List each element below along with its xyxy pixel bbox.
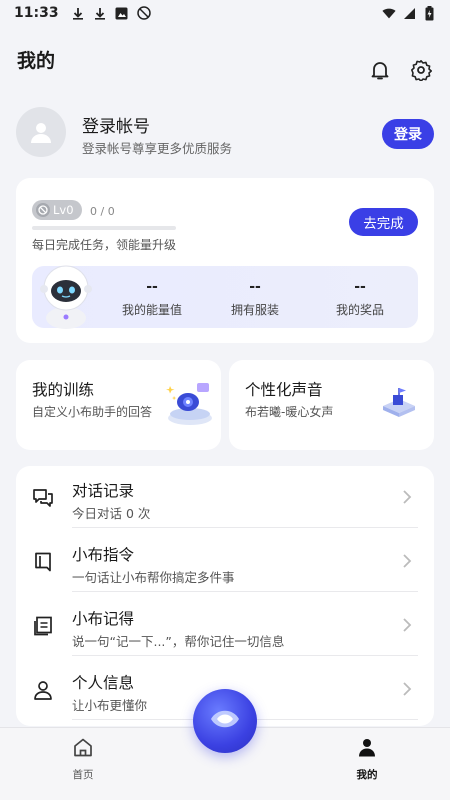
voice-subtitle: 布若曦-暖心女声 — [245, 405, 334, 419]
training-illustration-icon — [164, 378, 216, 432]
stat-label: 我的能量值 — [121, 303, 182, 317]
chat-icon — [32, 487, 54, 509]
level-progress-bar — [32, 226, 176, 230]
list-item-memory[interactable]: 小布记得 说一句“记一下...”，帮你记住一切信息 — [16, 594, 434, 656]
voice-card[interactable]: 个性化声音 布若曦-暖心女声 — [229, 360, 434, 450]
list-item-title: 对话记录 — [72, 482, 135, 500]
stat-value: -- — [249, 279, 261, 295]
robot-mascot-icon — [36, 260, 96, 330]
bell-icon[interactable] — [366, 56, 394, 84]
login-button[interactable]: 登录 — [382, 119, 434, 149]
notes-icon — [32, 615, 54, 637]
signal-icon — [402, 6, 416, 20]
status-time: 11:33 — [14, 5, 59, 21]
level-badge-label: Lv0 — [53, 203, 74, 217]
profile-section: 登录帐号 登录帐号尊享更多优质服务 登录 — [16, 104, 436, 164]
battery-icon — [422, 5, 436, 20]
menu-list: 对话记录 今日对话 0 次 小布指令 一句话让小布帮你搞定多件事 小布记得 说一… — [16, 466, 434, 726]
stat-label: 我的奖品 — [335, 303, 384, 317]
home-icon — [73, 738, 93, 761]
nav-mine-label: 我的 — [356, 769, 378, 781]
stat-value: -- — [354, 279, 366, 295]
download-icon — [71, 6, 85, 20]
level-progress-text: 0 / 0 — [90, 205, 115, 218]
complete-task-button[interactable]: 去完成 — [349, 208, 418, 236]
no-disturb-icon — [136, 6, 151, 20]
assistant-button[interactable] — [193, 689, 257, 753]
list-item-dialog-history[interactable]: 对话记录 今日对话 0 次 — [16, 466, 434, 528]
assistant-logo-icon — [207, 704, 243, 738]
divider — [72, 591, 418, 592]
list-item-subtitle: 让小布更懂你 — [72, 698, 148, 713]
chevron-right-icon — [402, 553, 414, 569]
wifi-icon — [382, 6, 396, 20]
list-item-subtitle: 一句话让小布帮你搞定多件事 — [72, 570, 235, 585]
voice-title: 个性化声音 — [245, 381, 323, 399]
nav-home[interactable]: 首页 — [53, 738, 113, 782]
chevron-right-icon — [402, 489, 414, 505]
training-card[interactable]: 我的训练 自定义小布助手的回答 — [16, 360, 221, 450]
no-entry-icon — [36, 203, 50, 217]
bookmark-icon — [32, 551, 54, 573]
divider — [72, 527, 418, 528]
stat-energy[interactable]: -- 我的能量值 — [102, 279, 202, 318]
stat-outfits[interactable]: -- 拥有服装 — [205, 279, 305, 318]
chevron-right-icon — [402, 681, 414, 697]
list-item-subtitle: 今日对话 0 次 — [72, 506, 151, 521]
status-bar: 11:33 — [0, 0, 450, 26]
training-subtitle: 自定义小布助手的回答 — [32, 405, 153, 419]
avatar[interactable] — [16, 107, 66, 157]
list-item-title: 小布指令 — [72, 546, 135, 564]
level-card: Lv0 0 / 0 每日完成任务，领能量升级 去完成 -- 我的能量值 -- 拥… — [16, 178, 434, 343]
profile-subtitle: 登录帐号尊享更多优质服务 — [82, 141, 233, 156]
stat-value: -- — [146, 279, 158, 295]
download-icon — [93, 6, 107, 20]
person-icon — [358, 738, 376, 761]
list-item-title: 个人信息 — [72, 674, 135, 692]
photo-icon — [115, 6, 129, 20]
profile-name[interactable]: 登录帐号 — [82, 112, 150, 137]
stat-prizes[interactable]: -- 我的奖品 — [310, 279, 410, 318]
page-title: 我的 — [17, 50, 56, 72]
divider — [72, 655, 418, 656]
list-item-title: 小布记得 — [72, 610, 135, 628]
voice-illustration-icon — [379, 386, 419, 422]
chevron-right-icon — [402, 617, 414, 633]
nav-mine[interactable]: 我的 — [337, 738, 397, 782]
list-item-commands[interactable]: 小布指令 一句话让小布帮你搞定多件事 — [16, 530, 434, 592]
person-icon — [32, 679, 54, 701]
stat-label: 拥有服装 — [230, 303, 279, 317]
nav-home-label: 首页 — [72, 769, 94, 781]
list-item-subtitle: 说一句“记一下...”，帮你记住一切信息 — [72, 634, 285, 649]
person-icon — [31, 123, 51, 143]
gear-icon[interactable] — [407, 56, 435, 84]
level-description: 每日完成任务，领能量升级 — [32, 238, 177, 252]
level-badge: Lv0 — [32, 200, 82, 220]
training-title: 我的训练 — [32, 381, 95, 399]
